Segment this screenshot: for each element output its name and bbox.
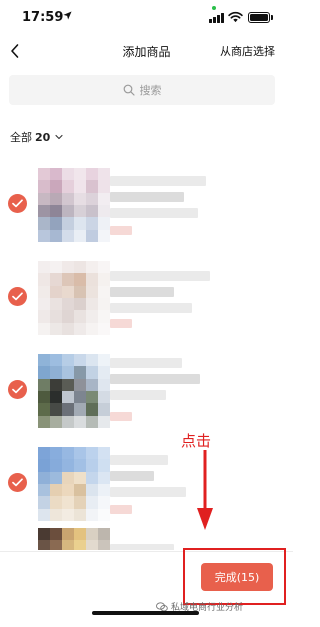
annotation-arrow-icon xyxy=(197,450,213,530)
product-row[interactable] xyxy=(0,439,293,529)
product-info-blurred xyxy=(110,374,200,384)
product-info-blurred xyxy=(110,208,198,218)
product-row[interactable] xyxy=(0,346,293,436)
product-info-blurred xyxy=(110,303,192,313)
product-info-blurred xyxy=(110,192,184,202)
product-info-blurred xyxy=(110,487,186,497)
done-button[interactable]: 完成(15) xyxy=(201,563,273,591)
search-input[interactable]: 搜索 xyxy=(9,75,275,105)
search-placeholder: 搜索 xyxy=(139,84,162,97)
product-thumbnail xyxy=(38,528,110,550)
annotation-label: 点击 xyxy=(181,432,212,450)
product-price-blurred xyxy=(110,319,132,328)
status-time: 17:59 xyxy=(22,10,64,25)
selected-checkbox-icon[interactable] xyxy=(8,194,27,213)
home-indicator xyxy=(92,611,199,615)
selected-checkbox-icon[interactable] xyxy=(8,287,27,306)
status-bar: 17:59 xyxy=(0,0,293,36)
product-thumbnail xyxy=(38,168,110,242)
select-from-store-button[interactable]: 从商店选择 xyxy=(220,43,275,59)
product-price-blurred xyxy=(110,412,132,421)
filter-label: 全部 xyxy=(10,131,32,144)
product-price-blurred xyxy=(110,226,132,235)
selected-checkbox-icon[interactable] xyxy=(8,380,27,399)
product-row[interactable] xyxy=(0,160,293,250)
mic-indicator-dot xyxy=(212,6,216,10)
product-info-blurred xyxy=(110,271,210,281)
product-thumbnail xyxy=(38,354,110,428)
product-info-blurred xyxy=(110,176,206,186)
wechat-icon xyxy=(156,601,168,611)
product-info-blurred xyxy=(110,358,182,368)
category-filter-dropdown[interactable]: 全部 20 xyxy=(10,129,63,145)
product-row[interactable] xyxy=(0,528,293,550)
wifi-icon xyxy=(228,11,243,23)
product-info-blurred xyxy=(110,287,174,297)
cellular-signal-icon xyxy=(209,13,224,23)
product-info-blurred xyxy=(110,455,168,465)
product-info-blurred xyxy=(110,471,154,481)
nav-bar: 添加商品 从商店选择 xyxy=(0,36,293,68)
product-info-blurred xyxy=(110,544,174,550)
product-thumbnail xyxy=(38,447,110,521)
product-info-blurred xyxy=(110,390,166,400)
filter-count: 20 xyxy=(35,130,51,144)
product-price-blurred xyxy=(110,505,132,514)
battery-tip xyxy=(271,15,273,20)
battery-icon xyxy=(248,12,270,23)
screen: 17:59 添加商品 从商店选择 搜索 全部 20 点击 完成(15) 私域电商… xyxy=(0,0,293,627)
search-icon xyxy=(123,84,135,96)
location-arrow-icon xyxy=(63,11,72,20)
selected-checkbox-icon[interactable] xyxy=(8,473,27,492)
chevron-down-icon xyxy=(55,134,63,140)
product-thumbnail xyxy=(38,261,110,335)
product-row[interactable] xyxy=(0,253,293,343)
